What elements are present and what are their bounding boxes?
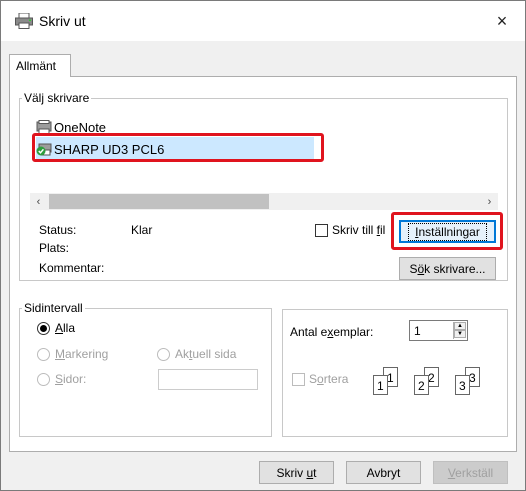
label-text: uell sida [192,347,237,361]
access-key: A [55,321,64,335]
label-text: erkställ [455,465,494,480]
print-button-label: Skriv ut [276,466,316,480]
copies-value: 1 [414,324,421,338]
label-text: Skriv till [332,223,377,237]
preferences-highlight-box [391,212,503,250]
cancel-button-label: Avbryt [366,465,401,480]
printer-highlight-box [32,133,324,162]
onenote-printer-icon [36,120,52,134]
location-label: Plats: [39,241,70,255]
chevron-right-icon: › [487,195,492,208]
tab-general[interactable]: Allmänt [9,54,71,77]
find-printer-button-label: Sök skrivare... [409,262,485,276]
copies-label: Antal exemplar: [290,325,373,339]
chevron-up-icon: ▲ [457,323,463,329]
access-key: o [317,372,324,386]
all-pages-radio[interactable] [37,322,50,335]
collate-page: 1 [373,375,388,395]
all-pages-label[interactable]: Alla [55,321,75,335]
label-text: il [380,223,386,237]
label-text: idor: [63,372,87,386]
label-text: t [313,465,317,480]
label-text: rtera [323,372,349,386]
label-text: lla [63,321,76,335]
title-bar: Skriv ut × [1,1,525,41]
access-key: M [55,347,65,361]
label-text: emplar: [333,325,374,339]
label-text: Ak [175,347,190,361]
print-dialog: Skriv ut × Allmänt Välj skrivare OneNote [0,0,526,491]
printer-icon [15,13,33,29]
current-page-radio[interactable] [157,348,170,361]
close-button[interactable]: × [479,1,525,41]
horizontal-scrollbar[interactable]: ‹ › [30,193,498,210]
pages-label[interactable]: Sidor: [55,372,86,386]
find-printer-button[interactable]: Sök skrivare... [399,257,496,280]
label-text: arkering [65,347,109,361]
scroll-thumb[interactable] [49,194,269,209]
select-printer-legend: Välj skrivare [24,91,90,105]
print-button[interactable]: Skriv ut [259,461,334,484]
collate-checkbox[interactable] [292,373,305,386]
apply-button-label: Verkställ [448,466,493,480]
chevron-down-icon: ▼ [457,331,463,337]
pages-radio[interactable] [37,373,50,386]
access-key: S [55,372,64,386]
scroll-left-button[interactable]: ‹ [30,193,47,210]
current-page-label[interactable]: Aktuell sida [175,347,236,361]
decrement-button[interactable]: ▼ [454,330,466,338]
copies-stepper[interactable]: 1 ▲ ▼ [409,320,468,341]
print-to-file-label[interactable]: Skriv till fil [332,223,385,237]
print-to-file-checkbox[interactable] [315,224,328,237]
cancel-button[interactable]: Avbryt [346,461,421,484]
collate-label[interactable]: Sortera [309,372,348,386]
comment-label: Kommentar: [39,261,105,275]
apply-button[interactable]: Verkställ [433,461,508,484]
chevron-left-icon: ‹ [36,195,41,208]
pages-input[interactable] [158,369,258,390]
selection-label[interactable]: Markering [55,347,108,361]
collate-page: 2 [414,375,429,395]
label-text: k skrivare... [424,261,486,276]
label-text: S [309,372,318,386]
scroll-right-button[interactable]: › [481,193,498,210]
collate-page: 3 [455,375,470,395]
selection-radio[interactable] [37,348,50,361]
status-label: Status: [39,223,77,237]
increment-button[interactable]: ▲ [454,322,466,330]
label-text: Antal e [290,325,328,339]
stepper-buttons: ▲ ▼ [453,322,466,339]
page-range-legend: Sidintervall [24,301,83,315]
status-value: Klar [131,223,153,237]
close-icon: × [496,10,508,31]
label-text: Skriv [276,465,307,480]
tab-general-label: Allmänt [16,59,57,73]
window-title: Skriv ut [39,13,86,29]
